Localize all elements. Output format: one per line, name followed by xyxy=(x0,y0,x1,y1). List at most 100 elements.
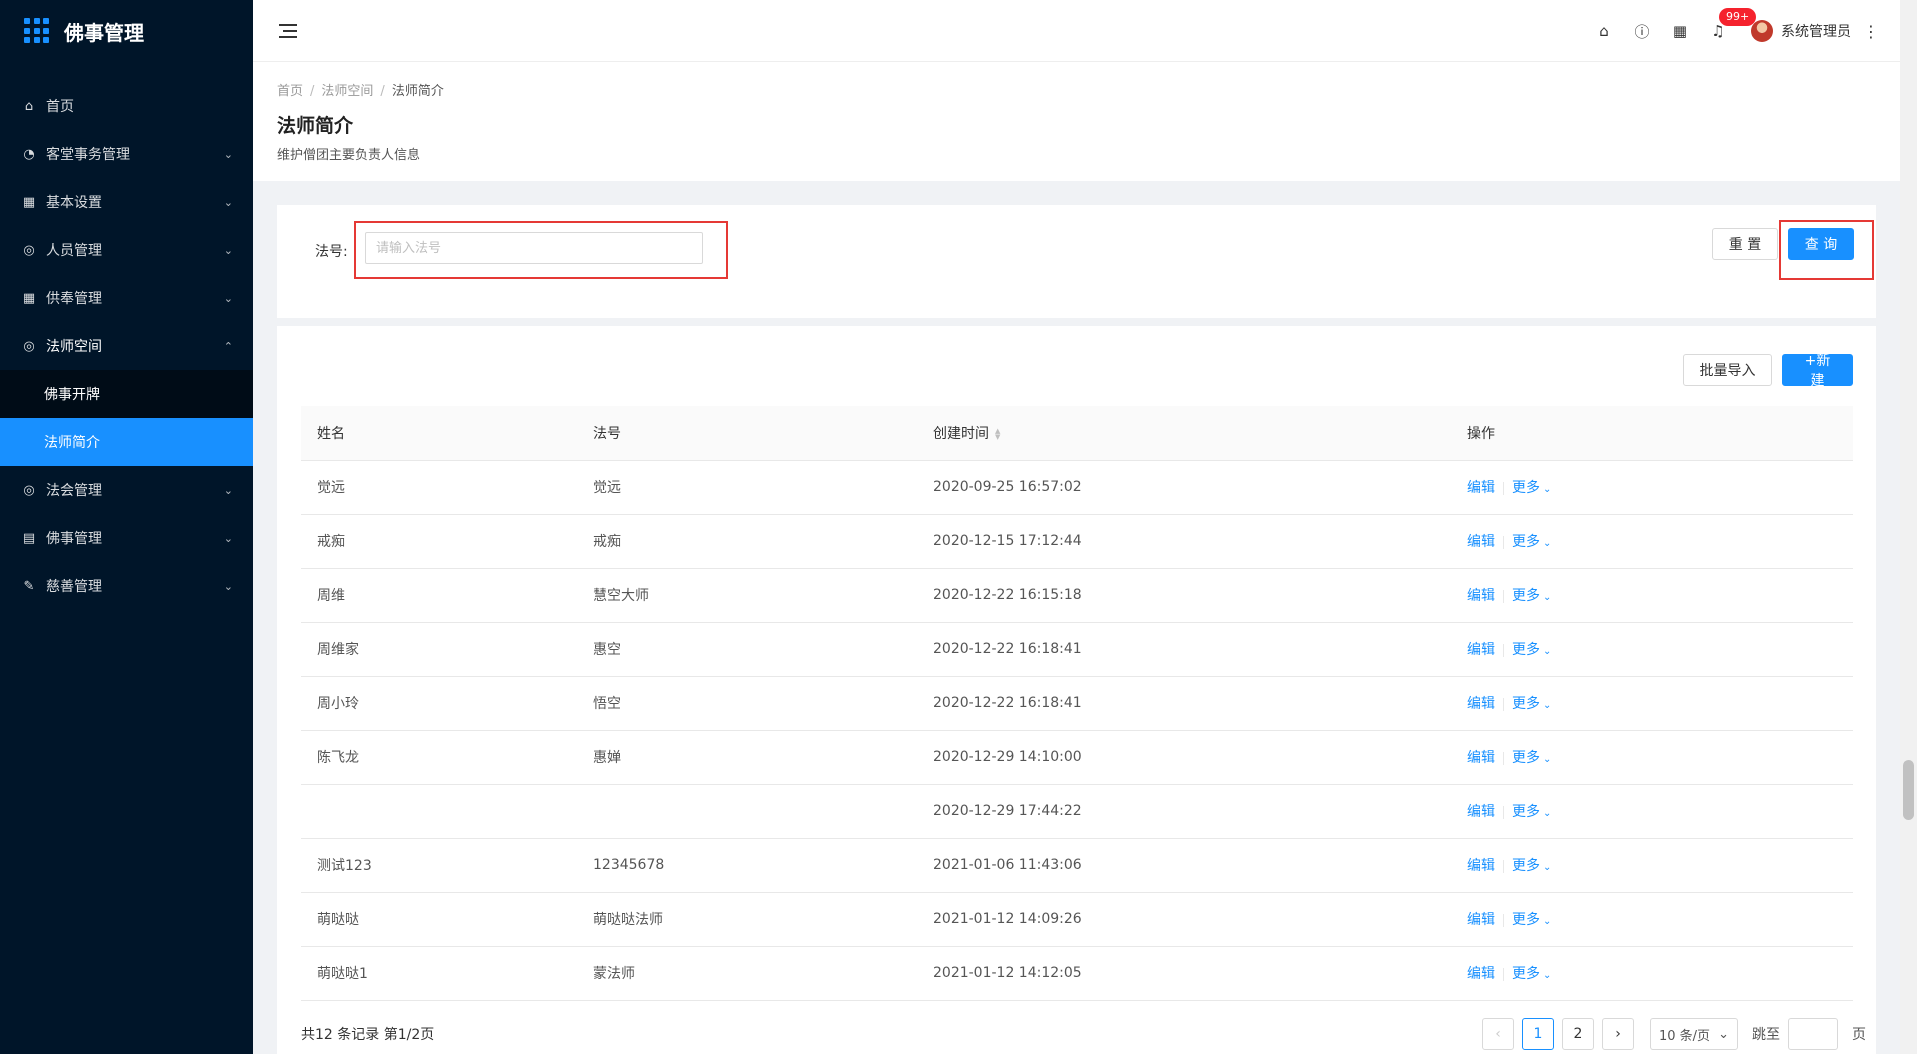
table-row: 2020-12-29 17:44:22 编辑 更多 ⌄ xyxy=(301,784,1853,839)
next-page-icon[interactable]: › xyxy=(1602,1018,1634,1050)
chevron-down-icon: ⌄ xyxy=(223,147,233,161)
reset-button[interactable]: 重 置 xyxy=(1712,228,1778,260)
breadcrumb-current: 法师简介 xyxy=(391,84,444,99)
cell-dharma-name: 慧空大师 xyxy=(577,568,917,623)
page-size-value: 10 条/页 xyxy=(1659,1028,1711,1044)
sidebar-item-hall-affairs[interactable]: ◔ 客堂事务管理 ⌄ xyxy=(0,130,253,178)
more-dropdown[interactable]: 更多 ⌄ xyxy=(1512,588,1551,604)
cell-created: 2020-09-25 16:57:02 xyxy=(917,460,1451,515)
edit-link[interactable]: 编辑 xyxy=(1467,588,1495,604)
breadcrumb-master-space[interactable]: 法师空间 xyxy=(321,84,373,99)
appstore-icon[interactable]: ▦ xyxy=(1661,0,1699,62)
breadcrumb-home[interactable]: 首页 xyxy=(277,84,303,99)
new-button[interactable]: +新建 xyxy=(1782,353,1853,389)
top-header: ⌂ ⓘ ▦ ♫ 99+ 系统管理员 ⋮ xyxy=(253,0,1900,62)
more-dropdown[interactable]: 更多 ⌄ xyxy=(1512,696,1551,712)
page-unit-label: 页 xyxy=(1852,1027,1866,1043)
cell-name: 周小玲 xyxy=(301,676,577,731)
cell-created: 2020-12-22 16:18:41 xyxy=(917,676,1451,731)
help-icon[interactable]: ⓘ xyxy=(1623,0,1661,62)
scrollbar-thumb[interactable] xyxy=(1903,760,1914,820)
divider xyxy=(1503,751,1504,765)
pagination: ‹ 1 2 › 10 条/页 ⌄ 跳至 页 xyxy=(1482,1018,1866,1050)
more-dropdown[interactable]: 更多 ⌄ xyxy=(1512,480,1551,496)
more-dropdown[interactable]: 更多 ⌄ xyxy=(1512,750,1551,766)
edit-link[interactable]: 编辑 xyxy=(1467,858,1495,874)
edit-link[interactable]: 编辑 xyxy=(1467,750,1495,766)
more-dropdown[interactable]: 更多 ⌄ xyxy=(1512,534,1551,550)
table-row: 周维 慧空大师 2020-12-22 16:15:18 编辑 更多 ⌄ xyxy=(301,568,1853,623)
more-dropdown[interactable]: 更多 ⌄ xyxy=(1512,642,1551,658)
divider xyxy=(1503,643,1504,657)
cell-actions: 编辑 更多 ⌄ xyxy=(1451,838,1853,893)
edit-link[interactable]: 编辑 xyxy=(1467,804,1495,820)
jump-label: 跳至 xyxy=(1752,1027,1780,1043)
sidebar-item-master-space[interactable]: ◎ 法师空间 ⌃ xyxy=(0,322,253,370)
table-row: 戒痴 戒痴 2020-12-15 17:12:44 编辑 更多 ⌄ xyxy=(301,514,1853,569)
cell-created: 2020-12-15 17:12:44 xyxy=(917,514,1451,569)
cell-actions: 编辑 更多 ⌄ xyxy=(1451,568,1853,623)
chevron-down-icon: ⌄ xyxy=(1718,1026,1729,1042)
more-dropdown[interactable]: 更多 ⌄ xyxy=(1512,858,1551,874)
table-icon: ▦ xyxy=(22,290,36,306)
prev-page-icon[interactable]: ‹ xyxy=(1482,1018,1514,1050)
batch-import-button[interactable]: 批量导入 xyxy=(1683,354,1772,386)
edit-link[interactable]: 编辑 xyxy=(1467,966,1495,982)
page-2[interactable]: 2 xyxy=(1562,1018,1594,1050)
chevron-down-icon: ⌄ xyxy=(223,243,233,257)
sidebar-item-offerings[interactable]: ▦ 供奉管理 ⌄ xyxy=(0,274,253,322)
chevron-down-icon: ⌄ xyxy=(1543,700,1552,711)
sidebar-item-label: 客堂事务管理 xyxy=(46,147,130,163)
menu-fold-icon[interactable] xyxy=(279,20,301,42)
cell-actions: 编辑 更多 ⌄ xyxy=(1451,514,1853,569)
cell-actions: 编辑 更多 ⌄ xyxy=(1451,460,1853,515)
more-vertical-icon[interactable]: ⋮ xyxy=(1859,22,1883,41)
edit-link[interactable]: 编辑 xyxy=(1467,696,1495,712)
form-icon: ✎ xyxy=(23,578,35,594)
table-row: 萌哒哒 萌哒哒法师 2021-01-12 14:09:26 编辑 更多 ⌄ xyxy=(301,892,1853,947)
column-header-created[interactable]: 创建时间 ▲ ▼ xyxy=(917,406,1451,461)
edit-link[interactable]: 编辑 xyxy=(1467,480,1495,496)
cell-actions: 编辑 更多 ⌄ xyxy=(1451,946,1853,1001)
dashboard-icon: ◔ xyxy=(23,146,35,162)
sidebar-subitem-master-profiles[interactable]: 法师简介 xyxy=(0,418,253,466)
chevron-down-icon: ⌄ xyxy=(1543,916,1552,927)
chevron-down-icon: ⌄ xyxy=(223,579,233,593)
master-table: 姓名 法号 创建时间 ▲ ▼ 操作 觉远 觉远 2020-09-25 16:57:02 编… xyxy=(301,406,1853,1001)
sidebar-item-personnel[interactable]: ◎ 人员管理 ⌄ xyxy=(0,226,253,274)
sort-icon[interactable]: ▲ ▼ xyxy=(995,427,1000,440)
chevron-down-icon: ⌄ xyxy=(223,291,233,305)
edit-link[interactable]: 编辑 xyxy=(1467,534,1495,550)
table-icon: ▦ xyxy=(22,194,36,210)
cell-dharma-name: 惠婵 xyxy=(577,730,917,785)
user-menu[interactable]: 系统管理员 xyxy=(1751,20,1851,42)
chevron-down-icon: ⌄ xyxy=(1543,646,1552,657)
home-icon[interactable]: ⌂ xyxy=(1585,0,1623,62)
more-dropdown[interactable]: 更多 ⌄ xyxy=(1512,804,1551,820)
cell-name: 萌哒哒1 xyxy=(301,946,577,1001)
sidebar-item-charity[interactable]: ✎ 慈善管理 ⌄ xyxy=(0,562,253,610)
user-name: 系统管理员 xyxy=(1781,24,1851,40)
sidebar-item-home[interactable]: ⌂ 首页 xyxy=(0,82,253,130)
sidebar-item-basic-settings[interactable]: ▦ 基本设置 ⌄ xyxy=(0,178,253,226)
vertical-scrollbar[interactable] xyxy=(1900,0,1917,1054)
query-button[interactable]: 查 询 xyxy=(1788,228,1854,260)
edit-link[interactable]: 编辑 xyxy=(1467,642,1495,658)
page-1[interactable]: 1 xyxy=(1522,1018,1554,1050)
more-dropdown[interactable]: 更多 ⌄ xyxy=(1512,912,1551,928)
page-header: 首页 / 法师空间 / 法师简介 法师简介 维护僧团主要负责人信息 xyxy=(253,62,1900,181)
logo[interactable]: 佛事管理 xyxy=(0,0,253,62)
sidebar-item-label: 基本设置 xyxy=(46,195,102,211)
more-dropdown[interactable]: 更多 ⌄ xyxy=(1512,966,1551,982)
table-row: 觉远 觉远 2020-09-25 16:57:02 编辑 更多 ⌄ xyxy=(301,460,1853,515)
page-size-select[interactable]: 10 条/页 ⌄ xyxy=(1650,1018,1738,1050)
sidebar-item-dharma-assembly[interactable]: ◎ 法会管理 ⌄ xyxy=(0,466,253,514)
cell-name: 周维家 xyxy=(301,622,577,677)
dharma-name-input[interactable] xyxy=(365,232,703,264)
sidebar: 佛事管理 ⌂ 首页 ◔ 客堂事务管理 ⌄ ▦ 基本设置 ⌄ ◎ 人员管理 ⌄ ▦… xyxy=(0,0,253,1054)
bell-icon[interactable]: ♫ 99+ xyxy=(1699,0,1757,62)
sidebar-item-buddhist-services[interactable]: ▤ 佛事管理 ⌄ xyxy=(0,514,253,562)
edit-link[interactable]: 编辑 xyxy=(1467,912,1495,928)
jump-page-input[interactable] xyxy=(1788,1018,1838,1050)
sidebar-subitem-ritual-tablets[interactable]: 佛事开牌 xyxy=(0,370,253,418)
